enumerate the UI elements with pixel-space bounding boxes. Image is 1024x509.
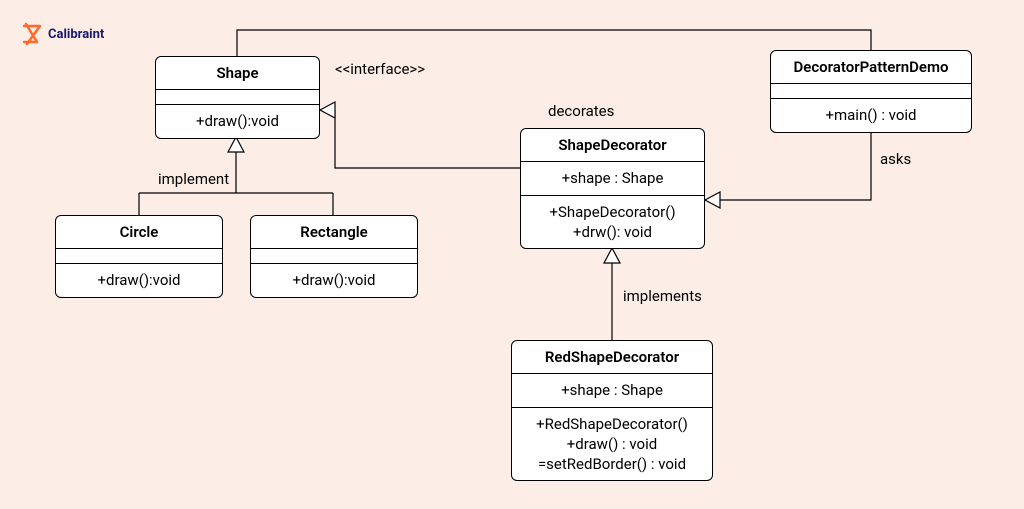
class-circle-attrs [56,248,222,263]
class-shapedecorator: ShapeDecorator +shape : Shape +ShapeDeco… [520,128,705,249]
logo-icon [22,22,42,46]
class-circle-name: Circle [56,216,222,248]
class-rectangle: Rectangle +draw():void [250,215,418,298]
class-demo: DecoratorPatternDemo +main() : void [770,50,972,133]
label-implement: implement [158,170,229,188]
label-decorates: decorates [548,102,614,120]
label-implements: implements [623,287,702,305]
class-rectangle-ops: +draw():void [251,263,417,296]
brand-logo: Calibraint [22,22,104,46]
op-line: +ShapeDecorator() [531,202,694,222]
brand-name: Calibraint [48,27,104,42]
stereotype-interface: <<interface>> [335,60,425,78]
class-demo-attrs [771,83,971,98]
class-demo-ops: +main() : void [771,98,971,131]
op-line: +RedShapeDecorator() [522,414,702,434]
class-rectangle-name: Rectangle [251,216,417,248]
class-red-ops: +RedShapeDecorator() +draw() : void =set… [512,407,712,481]
class-circle-ops: +draw():void [56,263,222,296]
class-circle: Circle +draw():void [55,215,223,298]
class-demo-name: DecoratorPatternDemo [771,51,971,83]
class-shape-name: Shape [156,57,319,89]
class-shapedecorator-attrs: +shape : Shape [521,161,704,194]
class-shapedecorator-ops: +ShapeDecorator() +drw(): void [521,195,704,249]
uml-diagram: Calibraint <<interface>> Shape + [0,0,1024,509]
op-line: +draw() : void [522,434,702,454]
op-line: =setRedBorder() : void [522,454,702,474]
op-line: +drw(): void [531,222,694,242]
class-shape-attrs [156,89,319,104]
class-shapedecorator-name: ShapeDecorator [521,129,704,161]
label-asks: asks [880,150,911,168]
class-redshapedecorator: RedShapeDecorator +shape : Shape +RedSha… [511,340,713,481]
class-red-attrs: +shape : Shape [512,373,712,406]
class-shape: Shape +draw():void [155,56,320,139]
class-shape-ops: +draw():void [156,104,319,137]
class-rectangle-attrs [251,248,417,263]
class-red-name: RedShapeDecorator [512,341,712,373]
